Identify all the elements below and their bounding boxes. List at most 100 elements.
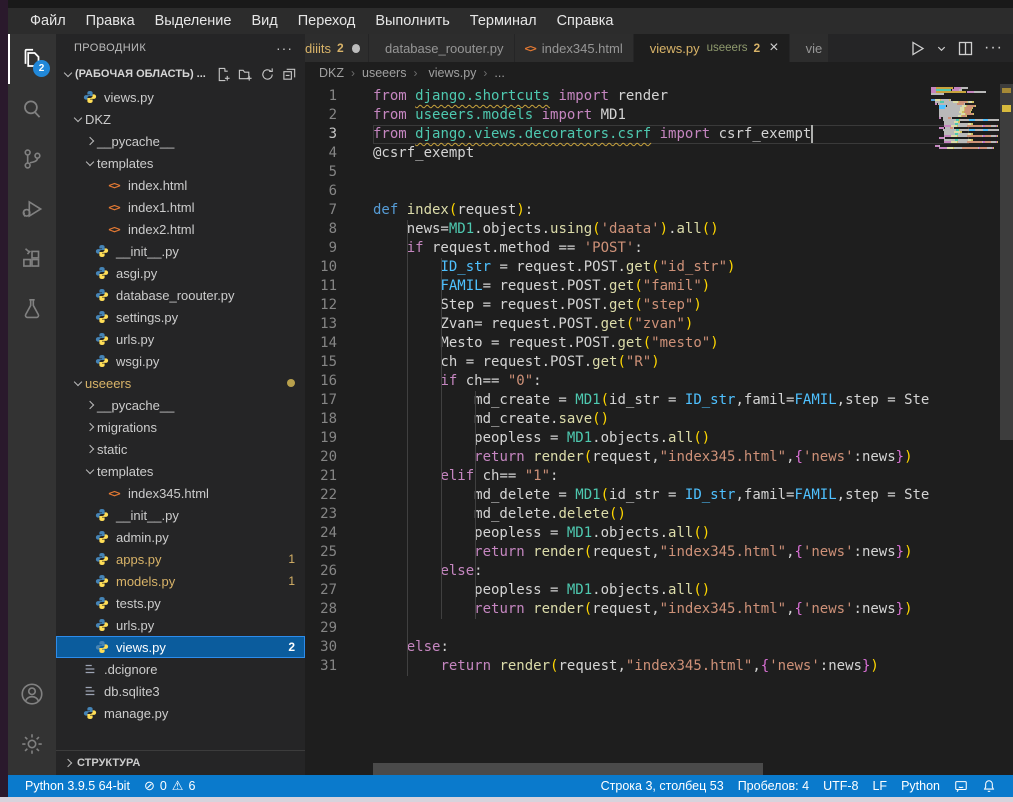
desktop-edge-top bbox=[0, 0, 1013, 8]
tree-item-urls.py[interactable]: urls.py bbox=[56, 614, 305, 636]
tab-index345.html[interactable]: <>index345.html bbox=[515, 34, 634, 62]
tree-item-settings.py[interactable]: settings.py bbox=[56, 306, 305, 328]
tree-item-label: urls.py bbox=[116, 332, 154, 347]
refresh-icon[interactable] bbox=[260, 67, 275, 82]
tree-item-static[interactable]: static bbox=[56, 438, 305, 460]
tree-item-__pycache__[interactable]: __pycache__ bbox=[56, 394, 305, 416]
tab-vie[interactable]: vie bbox=[790, 34, 828, 62]
menu-Файл[interactable]: Файл bbox=[20, 8, 76, 34]
tree-item-index1.html[interactable]: <>index1.html bbox=[56, 196, 305, 218]
tree-item-__init__.py[interactable]: __init__.py bbox=[56, 504, 305, 526]
collapse-all-icon[interactable] bbox=[282, 67, 297, 82]
menu-Вид[interactable]: Вид bbox=[241, 8, 287, 34]
tree-item-urls.py[interactable]: urls.py bbox=[56, 328, 305, 350]
tree-item-.dcignore[interactable]: .dcignore bbox=[56, 658, 305, 680]
tree-item-index.html[interactable]: <>index.html bbox=[56, 174, 305, 196]
tree-item-tests.py[interactable]: tests.py bbox=[56, 592, 305, 614]
outline-section-header[interactable]: СТРУКТУРА bbox=[56, 750, 305, 775]
close-tab-icon[interactable]: × bbox=[769, 40, 778, 56]
feedback-icon[interactable] bbox=[947, 779, 975, 793]
menu-Справка[interactable]: Справка bbox=[547, 8, 624, 34]
tree-item-__init__.py[interactable]: __init__.py bbox=[56, 240, 305, 262]
encoding-status[interactable]: UTF-8 bbox=[816, 779, 865, 793]
tree-item-templates[interactable]: templates bbox=[56, 460, 305, 482]
workspace-section-header[interactable]: (РАБОЧАЯ ОБЛАСТЬ) ... bbox=[56, 62, 305, 86]
menu-Правка[interactable]: Правка bbox=[76, 8, 145, 34]
tree-item-manage.py[interactable]: manage.py bbox=[56, 702, 305, 724]
tree-item-apps.py[interactable]: apps.py1 bbox=[56, 548, 305, 570]
code-line-29 bbox=[373, 619, 969, 638]
menu-Выполнить[interactable]: Выполнить bbox=[365, 8, 459, 34]
breadcrumb-item-useeers[interactable]: useeers bbox=[362, 66, 406, 80]
split-editor-icon[interactable] bbox=[957, 40, 974, 57]
tree-item-migrations[interactable]: migrations bbox=[56, 416, 305, 438]
problems-status[interactable]: ⊘ 0 ⚠ 6 bbox=[137, 775, 202, 797]
tree-item-wsgi.py[interactable]: wsgi.py bbox=[56, 350, 305, 372]
indentation-status[interactable]: Пробелов: 4 bbox=[731, 779, 816, 793]
code-line-6 bbox=[373, 182, 969, 201]
python-file-icon bbox=[94, 243, 110, 259]
cursor-position-status[interactable]: Строка 3, столбец 53 bbox=[594, 779, 731, 793]
line-numbers: 1234567891011121314151617181920212223242… bbox=[305, 87, 353, 676]
desktop-edge-bottom bbox=[0, 797, 1013, 802]
tree-item-label: __pycache__ bbox=[97, 398, 174, 413]
code-content: from django.shortcuts import renderfrom … bbox=[353, 87, 969, 676]
tab-diiits[interactable]: diiits2 bbox=[305, 34, 369, 62]
tree-item-templates[interactable]: templates bbox=[56, 152, 305, 174]
tree-item-db.sqlite3[interactable]: db.sqlite3 bbox=[56, 680, 305, 702]
account-icon[interactable] bbox=[8, 669, 56, 719]
minimap[interactable] bbox=[931, 87, 999, 149]
settings-gear-icon[interactable] bbox=[8, 719, 56, 769]
menu-Терминал[interactable]: Терминал bbox=[460, 8, 547, 34]
sidebar-more-actions[interactable]: ··· bbox=[276, 40, 293, 56]
code-editor[interactable]: 1234567891011121314151617181920212223242… bbox=[305, 84, 1013, 775]
language-mode-status[interactable]: Python bbox=[894, 779, 947, 793]
run-python-file-icon[interactable] bbox=[909, 40, 926, 57]
tree-item-database_roouter.py[interactable]: database_roouter.py bbox=[56, 284, 305, 306]
tree-item-label: templates bbox=[97, 156, 153, 171]
code-line-9: if request.method == 'POST': bbox=[373, 239, 969, 258]
file-icon bbox=[82, 661, 98, 677]
breadcrumb-item-DKZ[interactable]: DKZ bbox=[319, 66, 344, 80]
explorer-icon[interactable]: 2 bbox=[8, 34, 56, 84]
tree-item-index345.html[interactable]: <>index345.html bbox=[56, 482, 305, 504]
tab-label: database_roouter.py bbox=[385, 41, 504, 56]
tree-item-models.py[interactable]: models.py1 bbox=[56, 570, 305, 592]
testing-icon[interactable] bbox=[8, 284, 56, 334]
breadcrumb-item-views.py[interactable]: views.py bbox=[424, 66, 476, 80]
run-and-debug-icon[interactable] bbox=[8, 184, 56, 234]
tree-item-index2.html[interactable]: <>index2.html bbox=[56, 218, 305, 240]
horizontal-scrollbar-thumb[interactable] bbox=[373, 763, 763, 775]
tab-database_roouter.py[interactable]: database_roouter.py bbox=[369, 34, 515, 62]
tab-views.py[interactable]: views.pyuseeers2× bbox=[634, 34, 790, 62]
tree-item-views.py[interactable]: views.py2 bbox=[56, 636, 305, 658]
tree-item-admin.py[interactable]: admin.py bbox=[56, 526, 305, 548]
run-dropdown-icon[interactable] bbox=[936, 43, 947, 54]
tree-item-views.py[interactable]: views.py bbox=[56, 86, 305, 108]
vertical-scrollbar[interactable] bbox=[1000, 84, 1013, 775]
errors-count: 0 bbox=[160, 779, 167, 793]
tree-item-label: static bbox=[97, 442, 127, 457]
menu-Выделение[interactable]: Выделение bbox=[145, 8, 242, 34]
new-folder-icon[interactable] bbox=[238, 67, 253, 82]
new-file-icon[interactable] bbox=[216, 67, 231, 82]
vertical-scrollbar-thumb[interactable] bbox=[1000, 84, 1013, 440]
source-control-icon[interactable] bbox=[8, 134, 56, 184]
menu-bar: ФайлПравкаВыделениеВидПереходВыполнитьТе… bbox=[8, 8, 1013, 34]
tree-item-DKZ[interactable]: DKZ bbox=[56, 108, 305, 130]
eol-status[interactable]: LF bbox=[865, 779, 894, 793]
tree-item-label: admin.py bbox=[116, 530, 169, 545]
search-icon[interactable] bbox=[8, 84, 56, 134]
tree-item-asgi.py[interactable]: asgi.py bbox=[56, 262, 305, 284]
more-actions-icon[interactable]: ··· bbox=[984, 39, 1003, 57]
tree-item-__pycache__[interactable]: __pycache__ bbox=[56, 130, 305, 152]
html-file-icon: <> bbox=[106, 221, 122, 237]
extensions-icon[interactable] bbox=[8, 234, 56, 284]
tab-label: vie bbox=[806, 41, 823, 56]
notifications-bell-icon[interactable] bbox=[975, 779, 1003, 793]
breadcrumb-item-...[interactable]: ... bbox=[494, 66, 504, 80]
python-interpreter-status[interactable]: Python 3.9.5 64-bit bbox=[18, 775, 137, 797]
explorer-sidebar: ПРОВОДНИК ··· (РАБОЧАЯ ОБЛАСТЬ) ... bbox=[56, 34, 305, 775]
tree-item-useeers[interactable]: useeers bbox=[56, 372, 305, 394]
menu-Переход[interactable]: Переход bbox=[288, 8, 366, 34]
